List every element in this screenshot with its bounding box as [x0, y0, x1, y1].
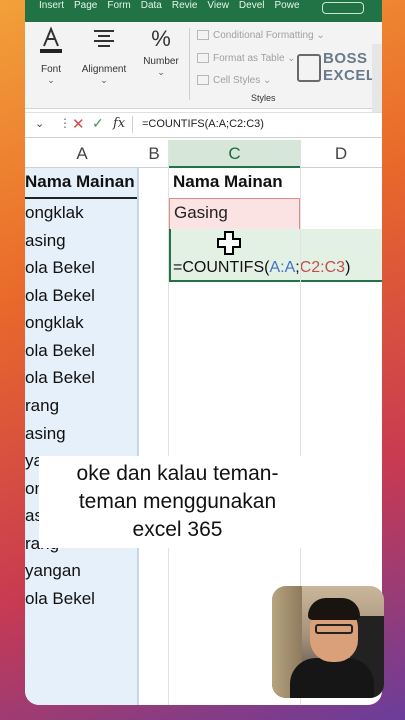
ribbon: Font ⌄ Alignment ⌄ % Number ⌄ Conditiona…	[25, 22, 382, 130]
spreadsheet-icon	[297, 54, 321, 82]
column-header-c[interactable]: C	[169, 140, 300, 168]
cell-c1[interactable]: Nama Mainan	[173, 172, 283, 192]
caption-line-2: teman menggunakan	[78, 490, 277, 513]
cell-a15[interactable]: yangan	[25, 561, 81, 581]
chevron-down-icon: ⌄	[47, 75, 55, 85]
glasses-icon	[315, 624, 353, 634]
cell-a6[interactable]: ongklak	[25, 313, 84, 333]
cancel-icon[interactable]: ✕	[72, 115, 85, 133]
cell-a9[interactable]: rang	[25, 396, 59, 416]
video-caption: oke dan kalau teman- teman menggunakan e…	[39, 456, 316, 548]
font-group[interactable]: Font ⌄	[33, 26, 69, 86]
presenter-hair	[308, 598, 360, 620]
cell-a5[interactable]: ola Bekel	[25, 286, 95, 306]
ribbon-tabs: Insert Page Form Data Revie View Devel P…	[25, 0, 382, 22]
conditional-formatting-icon	[197, 30, 209, 41]
share-button[interactable]	[322, 2, 364, 14]
cell-c2[interactable]: Gasing	[174, 203, 228, 223]
gridline	[168, 140, 169, 705]
cell-a1[interactable]: Nama Mainan	[25, 172, 135, 192]
cell-a4[interactable]: ola Bekel	[25, 258, 95, 278]
boss-excel-logo: BOSS EXCEL	[297, 48, 375, 84]
cell-cursor-icon	[217, 231, 241, 255]
formula-input[interactable]: =COUNTIFS(A:A;C2:C3)	[142, 118, 264, 130]
font-group-label: Font	[40, 64, 61, 75]
enter-icon[interactable]: ✓	[92, 115, 104, 132]
range-ref-c: C2:C3	[299, 259, 346, 276]
column-header-d[interactable]: D	[300, 140, 382, 168]
font-icon	[33, 26, 69, 60]
caption-line-1: oke dan kalau teman-	[76, 462, 279, 485]
more-icon[interactable]: ⋮	[59, 116, 71, 130]
column-header-a[interactable]: A	[25, 140, 139, 168]
tab-power[interactable]: Powe	[275, 0, 300, 12]
tab-formulas[interactable]: Form	[107, 0, 130, 12]
column-header-b[interactable]: B	[139, 140, 169, 168]
tab-view[interactable]: View	[207, 0, 229, 12]
tab-insert[interactable]: Insert	[39, 0, 64, 12]
ribbon-divider	[189, 28, 190, 100]
alignment-group[interactable]: Alignment ⌄	[77, 26, 131, 86]
chevron-down-icon: ⌄	[157, 67, 165, 77]
insert-function-button[interactable]: fx	[113, 116, 125, 131]
cell-a8[interactable]: ola Bekel	[25, 368, 95, 388]
conditional-formatting-button[interactable]: Conditional Formatting ⌄	[197, 30, 325, 41]
tab-review[interactable]: Revie	[172, 0, 198, 12]
table-icon	[197, 53, 209, 64]
tab-page[interactable]: Page	[74, 0, 97, 12]
cell-formula-text[interactable]: =COUNTIFS(A:A;C2:C3)	[173, 259, 350, 277]
number-group[interactable]: % Number ⌄	[137, 26, 185, 78]
number-group-label: Number	[143, 56, 179, 67]
caption-line-3: excel 365	[132, 518, 223, 541]
cell-a2[interactable]: ongklak	[25, 203, 84, 223]
cell-styles-icon	[197, 75, 209, 86]
tab-data[interactable]: Data	[141, 0, 162, 12]
cell-styles-button[interactable]: Cell Styles ⌄	[197, 75, 271, 86]
header-underline	[25, 197, 137, 199]
alignment-icon	[77, 26, 131, 60]
percent-icon: %	[151, 26, 171, 51]
chevron-down-icon: ⌄	[100, 75, 108, 85]
format-as-table-button[interactable]: Format as Table ⌄	[197, 53, 296, 64]
presenter-body	[290, 658, 374, 698]
cell-a7[interactable]: ola Bekel	[25, 341, 95, 361]
styles-group-label: Styles	[251, 93, 276, 103]
tab-developer[interactable]: Devel	[239, 0, 265, 12]
cell-a16[interactable]: ola Bekel	[25, 589, 95, 609]
alignment-group-label: Alignment	[81, 64, 127, 75]
presenter-webcam	[272, 586, 384, 698]
cell-a10[interactable]: asing	[25, 424, 66, 444]
formula-bar-divider	[132, 116, 133, 133]
range-ref-a: A:A	[269, 259, 296, 276]
cell-a3[interactable]: asing	[25, 231, 66, 251]
name-box-dropdown-icon[interactable]: ⌄	[35, 117, 44, 130]
formula-bar: ⌄ ⋮ ✕ ✓ fx =COUNTIFS(A:A;C2:C3)	[25, 112, 382, 138]
